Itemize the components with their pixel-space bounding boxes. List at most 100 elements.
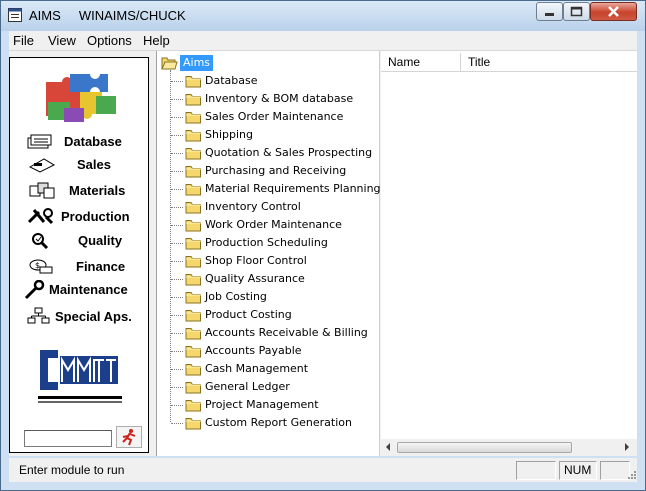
folder-icon xyxy=(185,346,201,358)
tree-item-label: Material Requirements Planning xyxy=(205,182,381,195)
folder-icon xyxy=(185,130,201,142)
close-button[interactable] xyxy=(590,2,637,21)
materials-icon xyxy=(29,182,55,199)
tree-item-label: Custom Report Generation xyxy=(205,416,352,429)
folder-icon xyxy=(185,76,201,88)
application-window: AIMS WINAIMS/CHUCK File View Options Hel… xyxy=(0,0,646,491)
module-input[interactable] xyxy=(24,430,112,447)
folder-icon xyxy=(185,310,201,322)
scroll-thumb[interactable] xyxy=(397,442,572,453)
tree-item-label: Quotation & Sales Prospecting xyxy=(205,146,373,159)
folder-icon xyxy=(185,418,201,430)
minimize-icon xyxy=(545,13,554,16)
status-bar: Enter module to run NUM xyxy=(9,458,637,482)
tree-branch-line xyxy=(171,117,183,118)
cmms-logo-icon xyxy=(38,346,122,403)
tree-item-label: Cash Management xyxy=(205,362,309,375)
tree-branch-line xyxy=(171,387,183,388)
window-title: AIMS WINAIMS/CHUCK xyxy=(29,8,186,23)
tree-branch-line xyxy=(171,351,183,352)
module-sales[interactable]: Sales xyxy=(28,155,146,175)
module-label: Maintenance xyxy=(49,282,128,297)
module-special-apps[interactable]: Special Aps. xyxy=(26,307,146,327)
tree-branch-line xyxy=(171,99,183,100)
tree-branch-line xyxy=(171,279,183,280)
module-label: Special Aps. xyxy=(55,309,132,324)
module-label: Production xyxy=(61,209,130,224)
tree-branch-line xyxy=(171,171,183,172)
scroll-right-icon[interactable] xyxy=(625,443,629,451)
title-bar[interactable]: AIMS WINAIMS/CHUCK xyxy=(1,1,645,31)
tree-item-label: Work Order Maintenance xyxy=(205,218,342,231)
column-title-header[interactable]: Title xyxy=(461,53,637,71)
status-pane-scroll xyxy=(600,461,630,480)
folder-icon xyxy=(185,256,201,268)
folder-icon xyxy=(185,112,201,124)
module-tree[interactable]: Aims Database Inventory & BOM database Sal… xyxy=(156,51,381,456)
tree-item-label: Quality Assurance xyxy=(205,272,305,285)
close-icon xyxy=(608,6,619,17)
tree-branch-line xyxy=(171,333,183,334)
module-database[interactable]: Database xyxy=(26,132,146,152)
tree-branch-line xyxy=(171,225,183,226)
tree-branch-line xyxy=(171,405,183,406)
finance-icon: $ xyxy=(29,259,53,274)
tree-item-label: Inventory & BOM database xyxy=(205,92,354,105)
tree-item-label: Accounts Payable xyxy=(205,344,302,357)
scroll-left-icon[interactable] xyxy=(386,443,390,451)
module-finance[interactable]: $ Finance xyxy=(28,257,146,277)
tree-item-label: Production Scheduling xyxy=(205,236,328,249)
menu-view[interactable]: View xyxy=(48,33,76,48)
open-folder-icon xyxy=(161,57,178,70)
tree-branch-line xyxy=(171,81,183,82)
tree-branch-line xyxy=(171,189,183,190)
maintenance-icon xyxy=(24,280,45,300)
folder-icon xyxy=(185,292,201,304)
minimize-button[interactable] xyxy=(536,2,563,21)
tree-item-label: Shop Floor Control xyxy=(205,254,307,267)
status-message: Enter module to run xyxy=(19,463,125,477)
horizontal-scrollbar[interactable] xyxy=(381,439,637,456)
module-label: Database xyxy=(64,134,122,149)
tree-item-label: Purchasing and Receiving xyxy=(205,164,347,177)
module-production[interactable]: Production xyxy=(26,207,146,227)
svg-text:$: $ xyxy=(35,261,40,270)
menu-help[interactable]: Help xyxy=(143,33,170,48)
production-icon xyxy=(27,208,54,225)
folder-icon xyxy=(185,166,201,178)
tree-root-label: Aims xyxy=(180,55,214,71)
folder-icon xyxy=(185,184,201,196)
maximize-button[interactable] xyxy=(563,2,590,21)
tree-item-label: General Ledger xyxy=(205,380,290,393)
tree-branch-line xyxy=(171,243,183,244)
details-list[interactable]: Name Title xyxy=(381,51,637,456)
tree-item-label: Inventory Control xyxy=(205,200,301,213)
menu-file[interactable]: File xyxy=(13,33,34,48)
database-icon xyxy=(27,134,52,149)
folder-icon xyxy=(185,328,201,340)
tree-item-label: Accounts Receivable & Billing xyxy=(205,326,368,339)
module-quality[interactable]: Quality xyxy=(28,231,146,251)
resize-grip-icon[interactable] xyxy=(627,470,637,480)
module-materials[interactable]: Materials xyxy=(28,181,146,201)
tree-branch-line xyxy=(171,207,183,208)
tree-branch-line xyxy=(171,423,183,424)
tree-item-label: Shipping xyxy=(205,128,253,141)
running-man-icon xyxy=(122,429,136,446)
quality-icon xyxy=(32,233,49,249)
maximize-icon xyxy=(570,6,583,17)
module-label: Materials xyxy=(69,183,126,198)
run-module-button[interactable] xyxy=(116,426,142,448)
tree-branch-line xyxy=(171,315,183,316)
menu-options[interactable]: Options xyxy=(87,33,132,48)
column-name-header[interactable]: Name xyxy=(381,53,461,71)
folder-icon xyxy=(185,202,201,214)
sales-icon xyxy=(28,158,56,173)
tree-item-label: Project Management xyxy=(205,398,319,411)
menu-bar: File View Options Help xyxy=(9,31,637,51)
special-apps-icon xyxy=(27,307,50,324)
tree-item-label: Job Costing xyxy=(205,290,267,303)
app-icon[interactable] xyxy=(8,8,22,22)
tree-branch-line xyxy=(171,153,183,154)
module-maintenance[interactable]: Maintenance xyxy=(22,280,146,300)
